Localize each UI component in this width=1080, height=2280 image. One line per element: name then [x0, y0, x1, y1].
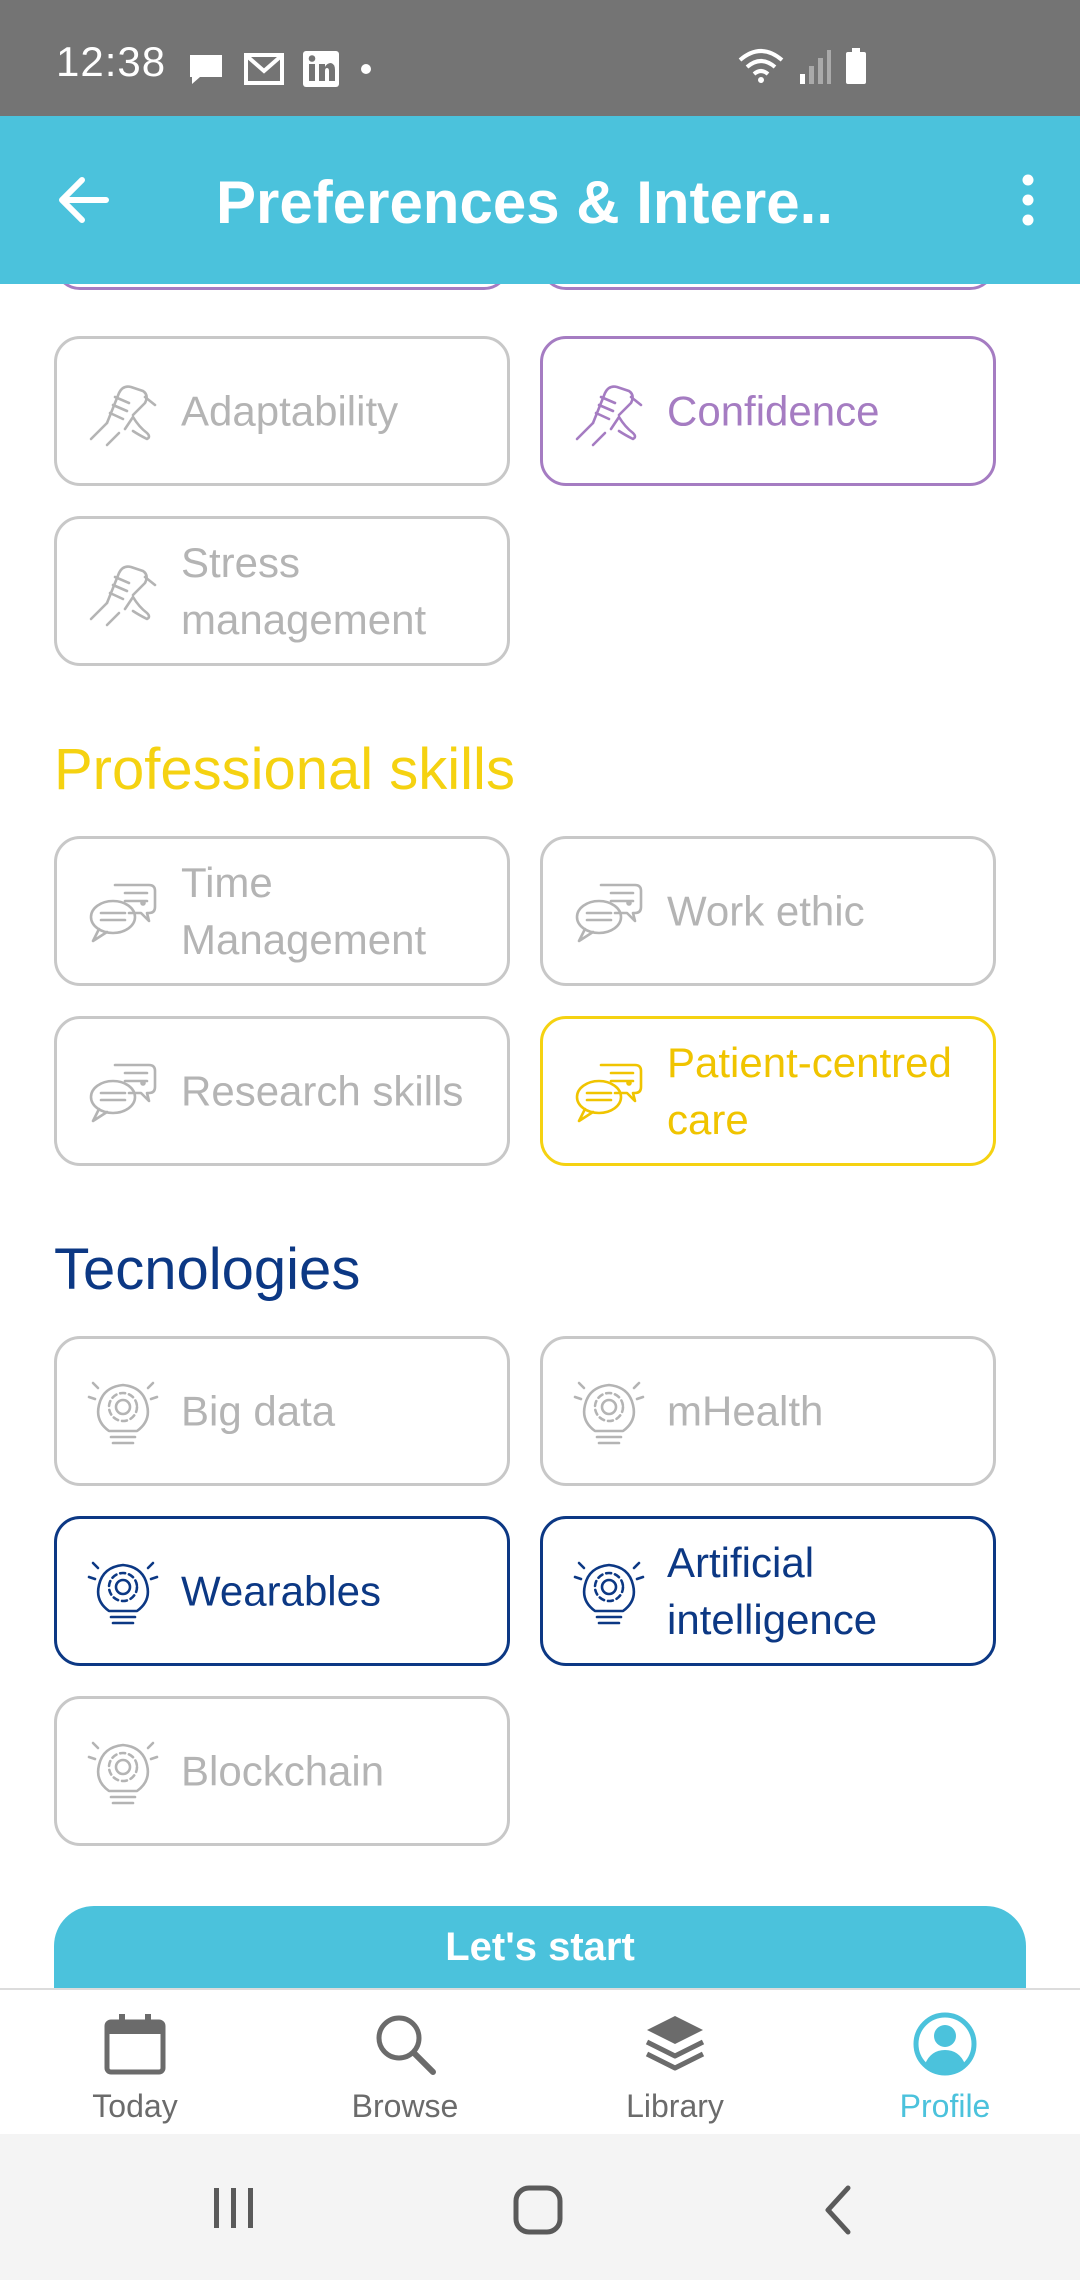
chip-research-skills[interactable]: Research skills — [54, 1016, 510, 1166]
battery-icon — [846, 48, 866, 84]
chip-label: Wearables — [181, 1567, 381, 1615]
chip-label: Adaptability — [181, 387, 399, 435]
chip-adaptability[interactable]: Adaptability — [54, 336, 510, 486]
chip-time-management[interactable]: Time Management — [54, 836, 510, 986]
lightbulb-gear-icon — [85, 1375, 161, 1451]
back-nav-icon[interactable] — [820, 2184, 856, 2236]
chip-stress-management[interactable]: Stress management — [54, 516, 510, 666]
back-arrow-icon[interactable] — [54, 168, 114, 232]
chip-work-ethic[interactable]: Work ethic — [540, 836, 996, 986]
lightbulb-gear-icon — [571, 1375, 647, 1451]
chip-label: Confidence — [667, 387, 880, 435]
signal-icon — [800, 50, 831, 84]
layers-icon — [645, 2016, 705, 2071]
chip-label: Time Management — [181, 859, 427, 963]
chat-bubbles-icon — [85, 875, 161, 951]
chip-confidence[interactable]: Confidence — [540, 336, 996, 486]
preferences-content[interactable]: Adaptability Confidence Stress managemen… — [0, 284, 1080, 1988]
nav-label: Today — [92, 2088, 178, 2124]
nav-label: Profile — [899, 2088, 991, 2124]
wifi-icon — [738, 49, 784, 83]
lets-start-button[interactable]: Let's start — [54, 1906, 1026, 1988]
nav-label: Library — [626, 2088, 724, 2124]
calendar-icon — [104, 2014, 166, 2075]
chip-label: Patient-centred care — [667, 1039, 952, 1143]
chip-big-data[interactable]: Big data — [54, 1336, 510, 1486]
chip-artificial-intelligence[interactable]: Artificial intelligence — [540, 1516, 996, 1666]
nav-item-browse[interactable]: Browse — [270, 1990, 540, 2136]
notification-dot-icon — [361, 64, 371, 74]
nav-label: Browse — [351, 2088, 459, 2124]
home-icon[interactable] — [512, 2184, 564, 2236]
lightbulb-gear-icon — [571, 1555, 647, 1631]
linkedin-icon — [303, 51, 339, 87]
chip-label: mHealth — [667, 1387, 824, 1435]
chip-blockchain[interactable]: Blockchain — [54, 1696, 510, 1846]
handshake-icon — [85, 555, 161, 631]
status-bar: 12:38 — [0, 0, 1080, 116]
chip-label: Artificial intelligence — [667, 1539, 878, 1643]
chip-label: Work ethic — [667, 887, 865, 935]
chip-label: Blockchain — [181, 1747, 385, 1795]
nav-item-today[interactable]: Today — [0, 1990, 270, 2136]
message-icon — [190, 55, 222, 84]
chat-bubbles-icon — [571, 1055, 647, 1131]
chip-mhealth[interactable]: mHealth — [540, 1336, 996, 1486]
recent-apps-icon[interactable] — [210, 2184, 258, 2232]
lightbulb-gear-icon — [85, 1735, 161, 1811]
chip-label: Stress management — [181, 539, 427, 643]
app-bar: Preferences & Intere.. — [0, 116, 1080, 284]
page-title: Preferences & Intere.. — [216, 169, 833, 236]
profile-icon — [913, 2012, 977, 2076]
chip-hidden-soft-skill-2[interactable] — [540, 284, 996, 290]
handshake-icon — [85, 375, 161, 451]
chip-patient-centred-care[interactable]: Patient-centred care — [540, 1016, 996, 1166]
bottom-navigation: Today Browse Library Profile — [0, 1988, 1080, 2136]
chat-bubbles-icon — [85, 1055, 161, 1131]
chip-wearables[interactable]: Wearables — [54, 1516, 510, 1666]
section-heading-technologies: Tecnologies — [54, 1237, 361, 1302]
lightbulb-gear-icon — [85, 1555, 161, 1631]
system-navigation-bar — [0, 2134, 1080, 2280]
more-options-icon[interactable] — [1010, 172, 1046, 228]
handshake-icon — [571, 375, 647, 451]
nav-item-library[interactable]: Library — [540, 1990, 810, 2136]
chip-label: Research skills — [181, 1067, 464, 1115]
status-time: 12:38 — [56, 38, 167, 85]
chat-bubbles-icon — [571, 875, 647, 951]
nav-item-profile[interactable]: Profile — [810, 1990, 1080, 2136]
chip-hidden-soft-skill-1[interactable] — [54, 284, 510, 290]
gmail-icon — [244, 53, 284, 85]
section-heading-professional-skills: Professional skills — [54, 737, 515, 802]
chip-label: Big data — [181, 1387, 336, 1435]
search-icon — [376, 2015, 436, 2075]
